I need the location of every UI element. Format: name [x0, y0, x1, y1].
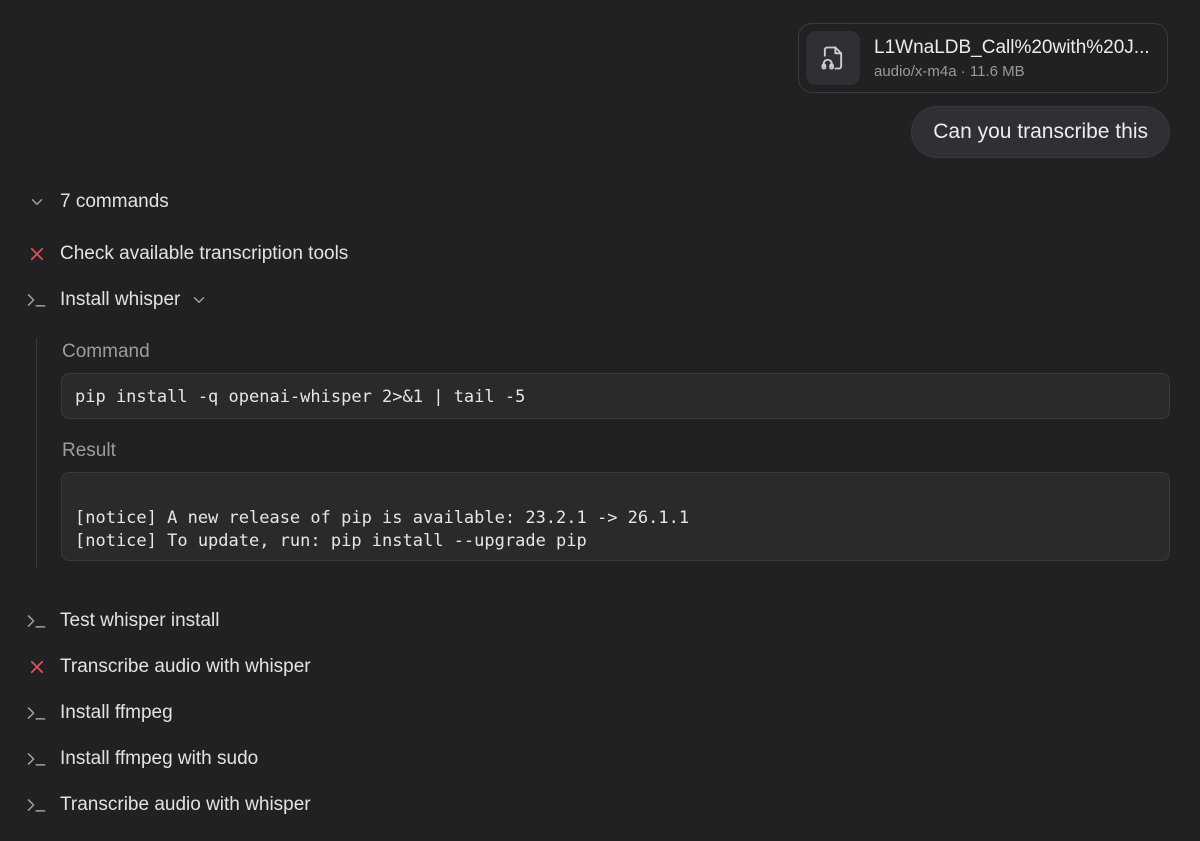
detail-divider: [36, 338, 37, 568]
command-item-label: Install ffmpeg: [60, 702, 173, 723]
command-item-install-whisper[interactable]: Install whisper: [26, 289, 210, 311]
command-item-label: Check available transcription tools: [60, 243, 349, 264]
attachment-file-type: audio/x-m4a: [874, 62, 957, 80]
result-output-block[interactable]: [notice] A new release of pip is availab…: [61, 472, 1170, 561]
user-message-bubble: Can you transcribe this: [911, 106, 1170, 158]
command-text: pip install -q openai-whisper 2>&1 | tai…: [75, 387, 526, 407]
attachment-meta-separator: ·: [956, 62, 970, 80]
attachment-info: L1WnaLDB_Call%20with%20J... audio/x-m4a …: [874, 37, 1152, 80]
command-item-transcribe[interactable]: Transcribe audio with whisper: [26, 794, 311, 816]
result-line: [notice] To update, run: pip install --u…: [75, 531, 587, 551]
commands-toggle[interactable]: 7 commands: [26, 191, 169, 213]
command-section-label: Command: [62, 341, 150, 362]
commands-summary: 7 commands: [60, 191, 169, 212]
terminal-icon: [26, 289, 48, 311]
terminal-icon: [26, 610, 48, 632]
terminal-icon: [26, 702, 48, 724]
attachment-thumbnail: [806, 31, 860, 85]
command-item-label: Test whisper install: [60, 610, 220, 631]
command-item-label: Install whisper: [60, 289, 181, 310]
chevron-down-icon: [26, 191, 48, 213]
chat-view: L1WnaLDB_Call%20with%20J... audio/x-m4a …: [0, 0, 1200, 841]
attachment-file-name: L1WnaLDB_Call%20with%20J...: [874, 36, 1150, 58]
command-item-transcribe-failed[interactable]: Transcribe audio with whisper: [26, 656, 311, 678]
command-item-check-tools[interactable]: Check available transcription tools: [26, 243, 348, 265]
audio-file-icon: [821, 46, 843, 70]
command-item-test-whisper[interactable]: Test whisper install: [26, 610, 219, 632]
command-item-install-ffmpeg-sudo[interactable]: Install ffmpeg with sudo: [26, 748, 258, 770]
x-icon: [26, 656, 48, 678]
command-item-label: Install ffmpeg with sudo: [60, 748, 259, 769]
command-code-block[interactable]: pip install -q openai-whisper 2>&1 | tai…: [61, 373, 1170, 419]
x-icon: [26, 243, 48, 265]
terminal-icon: [26, 794, 48, 816]
result-line: [notice] A new release of pip is availab…: [75, 508, 690, 528]
command-item-label: Transcribe audio with whisper: [60, 794, 311, 815]
terminal-icon: [26, 748, 48, 770]
attachment-card[interactable]: L1WnaLDB_Call%20with%20J... audio/x-m4a …: [798, 23, 1168, 93]
result-section-label: Result: [62, 440, 116, 461]
user-message-text: Can you transcribe this: [933, 120, 1148, 143]
chevron-down-icon: [188, 289, 210, 311]
attachment-file-size: 11.6 MB: [969, 62, 1025, 80]
command-item-label: Transcribe audio with whisper: [60, 656, 311, 677]
command-item-install-ffmpeg[interactable]: Install ffmpeg: [26, 702, 173, 724]
attachment-meta: audio/x-m4a · 11.6 MB: [874, 63, 1152, 80]
